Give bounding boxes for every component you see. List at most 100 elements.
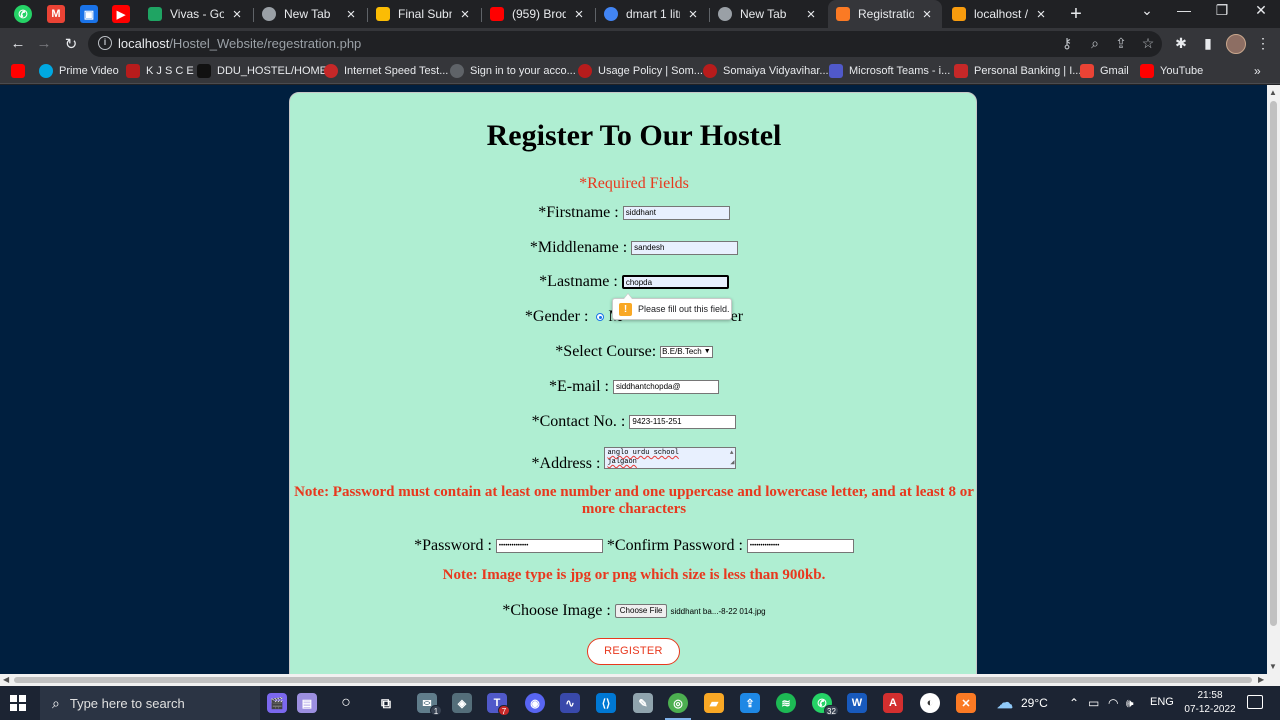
close-icon[interactable]: × — [458, 6, 472, 23]
back-arrow-icon[interactable]: ← — [9, 35, 27, 52]
side-panel-icon[interactable]: ▮ — [1199, 35, 1217, 52]
tab-youtube-brodha[interactable]: (959) Brodha × — [482, 0, 594, 28]
close-icon[interactable]: × — [1034, 6, 1048, 23]
profile-avatar[interactable] — [1226, 34, 1246, 54]
site-info-icon[interactable]: i — [98, 36, 112, 50]
tab-vivas[interactable]: Vivas - Googl × — [140, 0, 252, 28]
reload-icon[interactable]: ↻ — [62, 35, 80, 53]
language-indicator[interactable]: ENG — [1150, 696, 1174, 708]
notification-icon[interactable] — [1247, 695, 1263, 709]
tab-phpmyadmin[interactable]: localhost / 12 × — [944, 0, 1056, 28]
bookmark-speed-test[interactable]: Internet Speed Test... — [324, 64, 448, 78]
bookmark-usage-policy[interactable]: Usage Policy | Som... — [578, 64, 703, 78]
battery-icon[interactable]: ▭ — [1088, 696, 1099, 710]
password-input[interactable]: •••••••••••••• — [495, 539, 603, 553]
tab-final-submission[interactable]: Final Submiss × — [368, 0, 480, 28]
obs-icon[interactable]: ◐ — [920, 693, 940, 713]
xampp-icon[interactable]: ✕ — [956, 693, 976, 713]
upload-icon[interactable]: ⇪ — [740, 693, 760, 713]
url-text[interactable]: localhost/Hostel_Website/regestration.ph… — [118, 36, 361, 51]
address-textarea[interactable]: anglo urdu school jalgaon ▲ ◢ — [604, 447, 737, 469]
whatsapp-pinned-tab[interactable]: ✆ — [14, 5, 32, 23]
course-select[interactable]: B.E/B.Tech ▼ — [660, 346, 713, 358]
volume-icon[interactable]: 🕪 — [1126, 696, 1134, 711]
word-icon[interactable]: W — [847, 693, 867, 713]
scroll-down-icon[interactable]: ▼ — [1269, 662, 1277, 671]
gender-male-radio[interactable] — [596, 313, 605, 321]
email-input[interactable]: siddhantchopda@ — [612, 380, 719, 394]
graph-icon[interactable]: ∿ — [560, 693, 580, 713]
tab-registration[interactable]: Registration × — [828, 0, 942, 28]
key-icon[interactable]: ⚷ — [1058, 35, 1076, 52]
tab-new-tab[interactable]: New Tab × — [254, 0, 366, 28]
firstname-input[interactable]: siddhant — [622, 206, 730, 220]
acrobat-icon[interactable]: A — [883, 693, 903, 713]
close-icon[interactable]: × — [804, 6, 818, 23]
bookmark-teams[interactable]: Microsoft Teams - i... — [829, 64, 950, 78]
discord-icon[interactable]: ◉ — [525, 693, 545, 713]
lastname-input[interactable]: chopda — [621, 275, 729, 289]
file-explorer-icon[interactable]: ▰ — [704, 693, 724, 713]
close-icon[interactable]: × — [686, 6, 700, 23]
register-button[interactable]: REGISTER — [587, 638, 680, 665]
extensions-puzzle-icon[interactable]: ✱ — [1172, 35, 1190, 52]
confirm-password-input[interactable]: •••••••••••••• — [746, 539, 854, 553]
close-icon[interactable]: × — [572, 6, 586, 23]
weather-temperature[interactable]: 29°C — [1021, 696, 1048, 710]
bookmarks-overflow-icon[interactable]: » — [1254, 64, 1261, 78]
contacts-pinned-tab[interactable]: ▣ — [80, 5, 98, 23]
close-icon[interactable]: × — [230, 6, 244, 23]
bookmark-prime-video[interactable]: Prime Video — [39, 64, 119, 78]
close-icon[interactable]: × — [344, 6, 358, 23]
clock[interactable]: 21:58 07-12-2022 — [1180, 689, 1240, 717]
bookmark-youtube-icon[interactable] — [11, 64, 31, 78]
new-tab-button[interactable]: + — [1066, 3, 1086, 26]
task-view-icon[interactable]: ⧉ — [376, 693, 396, 713]
vscode-icon[interactable]: ⟨⟩ — [596, 693, 616, 713]
wifi-icon[interactable]: ◠ — [1108, 696, 1118, 710]
choose-file-button[interactable]: Choose File — [614, 604, 668, 618]
scrollbar-thumb[interactable] — [14, 677, 1252, 683]
bookmark-star-icon[interactable]: ☆ — [1139, 35, 1157, 52]
bookmark-youtube[interactable]: YouTube — [1140, 64, 1203, 78]
tab-dmart[interactable]: dmart 1 litre × — [596, 0, 708, 28]
scroll-left-icon[interactable]: ◀ — [3, 675, 9, 684]
chevron-up-icon[interactable]: ⌃ — [1069, 696, 1079, 710]
windows-start-icon[interactable] — [10, 695, 26, 711]
vertical-scrollbar[interactable]: ▲ ▼ — [1267, 85, 1280, 674]
tab-new-tab-2[interactable]: New Tab × — [710, 0, 826, 28]
scroll-up-icon[interactable]: ▲ — [1269, 88, 1277, 97]
scroll-up-icon[interactable]: ▲ — [730, 448, 734, 457]
forward-arrow-icon[interactable]: → — [35, 35, 53, 52]
taskbar-search[interactable]: ⌕ Type here to search — [40, 686, 260, 720]
notes-icon[interactable]: ▤ — [297, 693, 317, 713]
chrome-icon[interactable]: ◎ — [668, 693, 688, 713]
scrollbar-thumb[interactable] — [1270, 101, 1277, 626]
maximize-button[interactable]: ❐ — [1207, 2, 1237, 19]
cortana-icon[interactable]: ○ — [336, 693, 356, 713]
share-icon[interactable]: ⇪ — [1112, 35, 1130, 52]
zoom-icon[interactable]: ⌕ — [1086, 35, 1104, 52]
contact-input[interactable]: 9423-115-251 — [629, 415, 737, 429]
bookmark-sign-in[interactable]: Sign in to your acco... — [450, 64, 576, 78]
gmail-pinned-tab[interactable]: M — [47, 5, 65, 23]
spotify-icon[interactable]: ≋ — [776, 693, 796, 713]
bookmark-ddu-hostel[interactable]: DDU_HOSTEL/HOME — [197, 64, 327, 78]
paint-icon[interactable]: ✎ — [633, 693, 653, 713]
close-icon[interactable]: × — [920, 6, 934, 23]
weather-cloud-icon[interactable]: ☁ — [995, 693, 1015, 713]
unity-icon[interactable]: ◈ — [452, 693, 472, 713]
bookmark-gmail[interactable]: Gmail — [1080, 64, 1129, 78]
minimize-button[interactable]: — — [1169, 2, 1199, 18]
youtube-pinned-tab[interactable]: ▶ — [112, 5, 130, 23]
menu-kebab-icon[interactable]: ⋮ — [1254, 35, 1272, 52]
tab-search-chevron-icon[interactable]: ⌄ — [1132, 2, 1162, 19]
address-bar[interactable]: i localhost/Hostel_Website/regestration.… — [88, 31, 1162, 57]
close-window-button[interactable]: ✕ — [1246, 2, 1276, 19]
clapper-icon[interactable]: 🎬 — [267, 693, 287, 713]
bookmark-kjsce[interactable]: K J S C E — [126, 64, 194, 78]
bookmark-banking[interactable]: Personal Banking | I... — [954, 64, 1081, 78]
scroll-right-icon[interactable]: ▶ — [1258, 675, 1264, 684]
horizontal-scrollbar[interactable]: ◀ ▶ — [0, 674, 1280, 686]
middlename-input[interactable]: sandesh — [631, 241, 739, 255]
